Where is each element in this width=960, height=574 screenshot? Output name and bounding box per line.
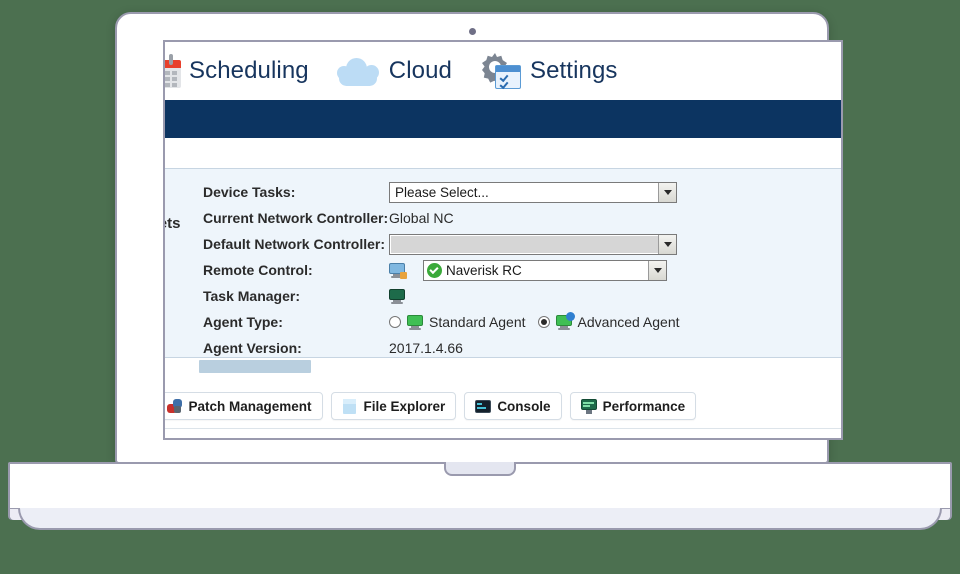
- default-nc-select[interactable]: [389, 233, 677, 255]
- checklist-badge-icon: [494, 65, 521, 90]
- device-tasks-select-value: Please Select...: [395, 184, 489, 200]
- chevron-down-icon[interactable]: [648, 260, 666, 280]
- nav-label-cloud: Cloud: [388, 57, 452, 84]
- green-monitor-icon: [407, 314, 423, 330]
- chevron-down-icon[interactable]: [658, 234, 676, 254]
- radio-advanced-agent[interactable]: [537, 316, 550, 328]
- label-standard-agent[interactable]: Standard Agent: [429, 314, 526, 330]
- file-explorer-button-label: File Explorer: [363, 398, 446, 414]
- top-navigation: Scheduling Cloud Settings: [165, 42, 841, 100]
- form-row-remote-control: Remote Control: Naverisk RC: [203, 257, 680, 283]
- form-row-default-nc: Default Network Controller:: [203, 231, 680, 257]
- patch-management-button-label: Patch Management: [188, 398, 312, 414]
- chevron-down-icon[interactable]: [658, 182, 676, 202]
- remote-control-select[interactable]: Naverisk RC: [423, 259, 667, 281]
- laptop-lid: Scheduling Cloud Settings ts Device Task…: [115, 12, 843, 464]
- device-details-panel: Tickets Device Tasks: Please Select...: [165, 168, 841, 361]
- value-agent-version: 2017.1.4.66: [389, 340, 463, 356]
- green-check-icon: [427, 262, 442, 278]
- device-form: Device Tasks: Please Select... Current N…: [203, 179, 680, 361]
- nav-item-cloud[interactable]: Cloud: [335, 56, 452, 86]
- performance-button-label: Performance: [602, 398, 686, 414]
- webcam-dot: [468, 28, 476, 35]
- console-button[interactable]: Console: [464, 392, 562, 420]
- green-monitor-blue-badge-icon: [555, 311, 575, 330]
- value-current-network-controller: Global NC: [389, 210, 454, 226]
- label-default-network-controller: Default Network Controller:: [203, 236, 386, 252]
- folder-icon: [342, 398, 358, 414]
- sidebar-label-tickets: Tickets: [165, 215, 181, 232]
- device-tasks-select[interactable]: Please Select...: [389, 181, 677, 203]
- label-advanced-agent[interactable]: Advanced Agent: [578, 314, 680, 330]
- navy-header-bar: [165, 100, 841, 138]
- laptop-notch: [444, 462, 516, 476]
- content-gap: [165, 138, 841, 168]
- nav-item-settings[interactable]: Settings: [478, 51, 618, 91]
- cloud-icon: [335, 56, 381, 86]
- console-button-label: Console: [497, 398, 551, 414]
- label-agent-version: Agent Version:: [203, 340, 302, 356]
- task-manager-monitor-icon[interactable]: [389, 288, 405, 304]
- console-icon: [475, 399, 492, 414]
- app-viewport: Scheduling Cloud Settings ts Device Task…: [165, 42, 841, 438]
- radio-standard-agent[interactable]: [389, 316, 401, 328]
- remote-monitor-icon[interactable]: [389, 262, 407, 279]
- patch-icon: [166, 398, 183, 414]
- laptop-screen: Scheduling Cloud Settings ts Device Task…: [163, 40, 843, 440]
- calendar-icon: [165, 54, 181, 88]
- tool-button-bar: og Patch Management File Explorer Consol…: [165, 386, 841, 428]
- label-remote-control: Remote Control:: [203, 262, 313, 278]
- remote-control-select-value: Naverisk RC: [446, 262, 522, 278]
- nav-label-settings: Settings: [529, 57, 618, 84]
- laptop-foot: [18, 508, 942, 530]
- nav-label-scheduling: Scheduling: [189, 57, 309, 84]
- label-current-network-controller: Current Network Controller:: [203, 210, 389, 226]
- content-bottom-fill: [165, 428, 841, 438]
- form-row-device-tasks: Device Tasks: Please Select...: [203, 179, 680, 205]
- label-task-manager: Task Manager:: [203, 288, 300, 304]
- performance-button[interactable]: Performance: [569, 392, 697, 420]
- form-row-task-manager: Task Manager:: [203, 283, 680, 309]
- form-row-agent-type: Agent Type: Standard Agent Advanced Agen…: [203, 309, 680, 335]
- tab-stub-active[interactable]: [199, 360, 311, 373]
- label-agent-type: Agent Type:: [203, 314, 283, 330]
- performance-monitor-icon: [580, 398, 597, 414]
- gear-checklist-icon: [478, 51, 522, 91]
- laptop-mockup: Scheduling Cloud Settings ts Device Task…: [0, 0, 960, 574]
- label-device-tasks: Device Tasks:: [203, 184, 296, 200]
- form-row-current-nc: Current Network Controller: Global NC: [203, 205, 680, 231]
- tab-strip: [165, 358, 841, 386]
- patch-management-button[interactable]: Patch Management: [165, 392, 323, 420]
- file-explorer-button[interactable]: File Explorer: [330, 392, 457, 420]
- nav-item-scheduling[interactable]: Scheduling: [165, 54, 309, 88]
